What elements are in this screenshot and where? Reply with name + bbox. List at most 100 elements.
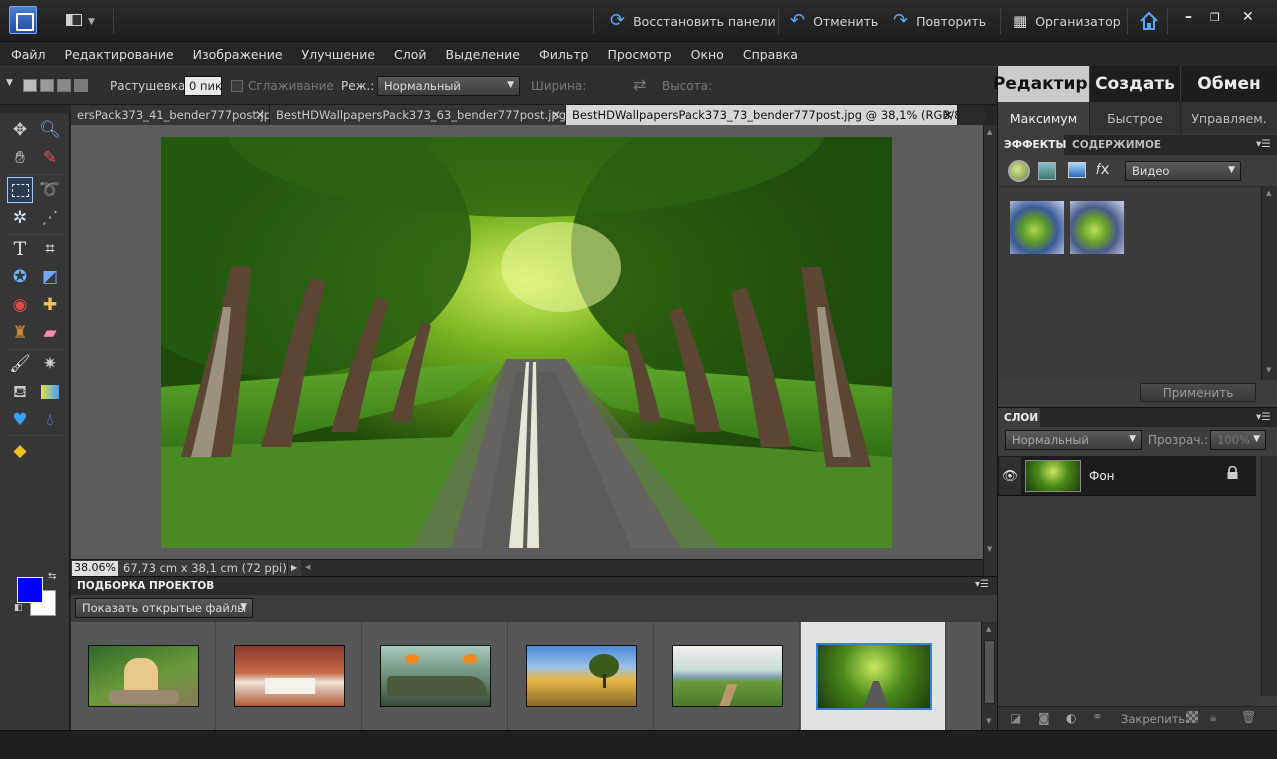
menu-edit[interactable]: Редактирование	[65, 47, 174, 62]
scroll-down-arrow-icon[interactable]: ▼	[987, 545, 992, 553]
gradient-tool-icon[interactable]	[37, 379, 63, 405]
layers-scrollbar[interactable]	[1261, 456, 1277, 696]
intersect-selection-icon[interactable]	[74, 79, 88, 92]
project-bin-scrollbar[interactable]: ▲ ▼	[981, 622, 997, 730]
sponge-tool-icon[interactable]: ◆	[7, 438, 33, 464]
apply-button[interactable]: Применить	[1140, 383, 1256, 402]
document-image[interactable]	[161, 137, 892, 548]
antialias-checkbox[interactable]	[231, 80, 243, 92]
cookie-cutter-tool-icon[interactable]: ✪	[7, 264, 33, 290]
blur-tool-icon[interactable]: 💧︎	[37, 407, 63, 433]
close-button[interactable]: ✕	[1242, 9, 1254, 25]
tab-full-edit[interactable]: Максимум	[998, 102, 1090, 134]
smart-brush-tool-icon[interactable]: ✷	[37, 351, 63, 377]
zoom-field[interactable]: 38.06%	[72, 561, 118, 576]
close-tab-icon[interactable]: ✕	[551, 108, 561, 122]
scroll-up-arrow-icon[interactable]: ▲	[987, 128, 992, 136]
list-item[interactable]	[509, 622, 654, 730]
delete-layer-icon[interactable]: 🗑︎	[1241, 710, 1256, 724]
layer-visibility-eye-icon[interactable]: 👁︎	[999, 457, 1021, 495]
scroll-up-arrow-icon[interactable]: ▲	[1266, 189, 1271, 197]
tab-create[interactable]: Создать	[1090, 66, 1181, 102]
close-tab-icon[interactable]: ✕	[255, 108, 265, 122]
subtract-selection-icon[interactable]	[57, 79, 71, 92]
hand-tool-icon[interactable]: ✋︎	[7, 145, 33, 171]
list-item-selected[interactable]	[801, 622, 946, 730]
restore-panels-button[interactable]: ⟳ Восстановить панели	[610, 12, 776, 30]
layer-styles-icon[interactable]	[1038, 162, 1056, 180]
custom-shape-tool-icon[interactable]: ♥	[7, 407, 33, 433]
feather-input[interactable]: 0 пикс	[184, 76, 222, 96]
menu-window[interactable]: Окно	[691, 47, 724, 62]
tab-guided-edit[interactable]: Управляем.	[1181, 102, 1277, 134]
brush-tool-icon[interactable]: 🖌︎	[7, 351, 33, 377]
move-tool-icon[interactable]: ✥	[7, 117, 33, 143]
link-layers-icon[interactable]: ⚭	[1092, 710, 1103, 725]
menu-filter[interactable]: Фильтр	[539, 47, 588, 62]
list-item[interactable]	[363, 622, 508, 730]
eraser-tool-icon[interactable]: ▰	[37, 320, 63, 346]
lock-all-icon[interactable]: 🔒︎	[1210, 710, 1216, 725]
menu-help[interactable]: Справка	[743, 47, 798, 62]
effects-category-select[interactable]: Видео ▼	[1125, 161, 1241, 181]
list-item[interactable]	[71, 622, 216, 730]
recompose-tool-icon[interactable]: ◩	[37, 264, 63, 290]
new-layer-icon[interactable]: ◪	[1010, 711, 1021, 725]
menu-enhance[interactable]: Улучшение	[302, 47, 376, 62]
layer-name[interactable]: Фон	[1089, 469, 1115, 483]
effect-thumbnail[interactable]	[1010, 201, 1064, 254]
photo-effects-icon[interactable]	[1068, 162, 1086, 178]
canvas-horizontal-scrollbar[interactable]: ◀	[301, 560, 983, 576]
effects-scrollbar[interactable]: ▲ ▼	[1261, 186, 1277, 380]
project-bin-filter-select[interactable]: Показать открытые файлы ▼	[75, 598, 253, 618]
tab-content[interactable]: СОДЕРЖИМОЕ	[1072, 139, 1161, 151]
quick-selection-tool-icon[interactable]: ⋰	[37, 205, 63, 231]
document-tab-3-active[interactable]: BestHDWallpapersPack373_73_bender777post…	[566, 105, 958, 125]
lasso-tool-icon[interactable]: ➰	[37, 177, 63, 203]
document-tab-2[interactable]: BestHDWallpapersPack373_63_bender777post…	[270, 105, 566, 125]
menu-select[interactable]: Выделение	[446, 47, 520, 62]
panel-menu-icon[interactable]: ▾☰	[1256, 138, 1271, 150]
workspace-layout-button[interactable]: ▼	[66, 14, 96, 28]
mode-select[interactable]: Нормальный ▼	[377, 76, 520, 96]
app-icon[interactable]	[9, 6, 37, 34]
tab-quick-edit[interactable]: Быстрое	[1090, 102, 1181, 134]
canvas-vertical-scrollbar[interactable]: ▲ ▼	[983, 125, 997, 576]
eyedropper-tool-icon[interactable]: ✎	[37, 145, 63, 171]
magic-wand-tool-icon[interactable]: ✲	[7, 205, 33, 231]
toolbox-grip[interactable]	[0, 105, 70, 113]
swap-colors-icon[interactable]: ⇆	[48, 571, 56, 582]
filters-icon[interactable]	[1008, 160, 1030, 182]
canvas-area[interactable]	[71, 125, 983, 559]
clone-stamp-tool-icon[interactable]: ♜	[7, 320, 33, 346]
red-eye-tool-icon[interactable]: ◉	[7, 292, 33, 318]
marquee-tool-icon[interactable]	[7, 177, 33, 203]
close-tab-icon[interactable]: ✕	[943, 108, 953, 122]
menu-view[interactable]: Просмотр	[607, 47, 671, 62]
scroll-left-arrow-icon[interactable]: ◀	[305, 563, 310, 571]
minimize-button[interactable]: –	[1185, 9, 1192, 25]
menu-file[interactable]: Файл	[11, 47, 46, 62]
list-item[interactable]	[655, 622, 800, 730]
maximize-button[interactable]: ❐	[1210, 11, 1220, 24]
list-item[interactable]	[217, 622, 362, 730]
default-colors-icon[interactable]: ◧	[14, 603, 23, 613]
type-tool-icon[interactable]: T	[7, 236, 33, 262]
paint-bucket-tool-icon[interactable]: ⛾	[7, 379, 33, 405]
scroll-up-arrow-icon[interactable]: ▲	[986, 625, 991, 633]
blend-mode-select[interactable]: Нормальный ▼	[1005, 430, 1142, 450]
home-button[interactable]	[1138, 10, 1160, 32]
tool-preset-dropdown[interactable]: ▼	[6, 78, 13, 88]
status-menu-arrow-icon[interactable]: ▶	[287, 560, 301, 576]
tab-edit[interactable]: Редактир.	[993, 66, 1094, 102]
scroll-thumb[interactable]	[984, 640, 995, 704]
tab-share[interactable]: Обмен	[1181, 66, 1277, 102]
crop-tool-icon[interactable]: ⌗	[37, 236, 63, 262]
all-effects-fx-icon[interactable]: 𝑓x	[1096, 160, 1110, 178]
zoom-tool-icon[interactable]: 🔍︎	[37, 117, 63, 143]
tab-effects[interactable]: ЭФФЕКТЫ	[998, 135, 1066, 155]
panel-menu-icon[interactable]: ▾☰	[1256, 411, 1271, 423]
add-selection-icon[interactable]	[40, 79, 54, 92]
effect-thumbnail[interactable]	[1070, 201, 1124, 254]
healing-brush-tool-icon[interactable]: ✚	[37, 292, 63, 318]
